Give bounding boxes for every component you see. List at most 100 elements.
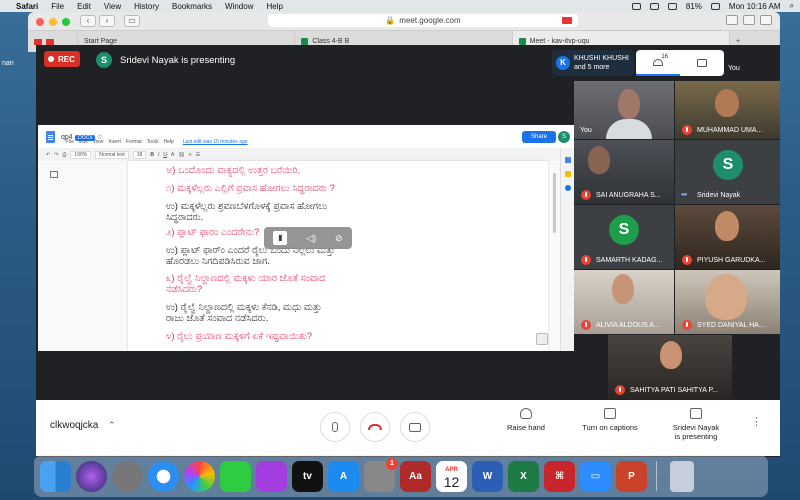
tile-participant[interactable]: PIYUSH GARUDKA...	[675, 205, 780, 269]
nav-buttons: ‹ › ▭	[80, 15, 140, 27]
menu-view[interactable]: View	[104, 2, 121, 11]
close-window-button[interactable]	[36, 18, 44, 26]
microphone-button[interactable]	[320, 412, 350, 442]
presenting-label-line1: Sridevi Nayak	[672, 423, 720, 432]
tile-participant[interactable]: S ••• Sridevi Nayak	[675, 140, 780, 204]
tasks-icon	[564, 185, 571, 191]
self-view-label: You	[728, 65, 740, 72]
battery-percent[interactable]: 81%	[686, 2, 702, 11]
battery-icon[interactable]	[710, 2, 720, 10]
apple-tv-icon[interactable]: tv	[292, 460, 323, 492]
meeting-code[interactable]: clkwoqjcka	[50, 420, 98, 431]
presenting-label-line2: is presenting	[674, 432, 718, 441]
siri-icon[interactable]	[76, 460, 107, 492]
tabs-overview-icon[interactable]	[760, 15, 772, 25]
menu-app-name[interactable]: Safari	[16, 2, 38, 11]
presenter-text: Sridevi Nayak is presenting	[120, 55, 236, 66]
tile-participant[interactable]: ALIVIA ALDOUS A...	[574, 270, 674, 334]
captions-button[interactable]: Turn on captions	[574, 408, 646, 432]
zoom-select: 100%	[70, 151, 92, 159]
muted-icon	[615, 385, 625, 395]
minimize-window-button[interactable]	[49, 18, 57, 26]
wifi-icon[interactable]	[667, 2, 677, 10]
explore-icon	[536, 333, 548, 345]
podcasts-icon[interactable]	[256, 460, 287, 492]
dock-separator	[656, 461, 657, 491]
airplay-icon[interactable]	[631, 2, 641, 10]
downloads-icon[interactable]	[726, 15, 738, 25]
undo-icon: ↶	[46, 152, 51, 158]
camera-recording-icon[interactable]	[562, 17, 572, 24]
powerpoint-icon[interactable]: P	[616, 460, 647, 492]
doc-line: ೩) ರೈಲ್ವೆ ನಿಲ್ದಾಣದಲ್ಲಿ ಮಕ್ಕಳು ಯಾರ ಜೊತೆ ಸ…	[166, 273, 326, 284]
doc-menu-insert: Insert	[108, 139, 121, 145]
pin-icon[interactable]: ▮	[273, 231, 288, 245]
spotlight-icon[interactable]: ⌕	[790, 1, 794, 11]
volume-icon[interactable]	[649, 2, 659, 10]
menu-help[interactable]: Help	[266, 2, 282, 11]
tile-participant[interactable]: SAI ANUGRAHA S...	[574, 140, 674, 204]
participant-name: Sridevi Nayak	[697, 192, 741, 199]
photos-icon[interactable]	[184, 460, 215, 492]
participant-face	[618, 89, 640, 119]
address-bar[interactable]: 🔒 meet.google.com	[268, 14, 578, 27]
presenting-button[interactable]: Sridevi Nayak is presenting	[660, 408, 732, 441]
chevron-up-icon[interactable]: ⌃	[108, 420, 116, 431]
safari-icon[interactable]	[148, 460, 179, 492]
tile-participant[interactable]: S SAMARTH KADAG...	[574, 205, 674, 269]
app-store-icon[interactable]: A	[328, 460, 359, 492]
participant-name: SAI ANUGRAHA S...	[596, 192, 661, 199]
sidebar-toggle-icon[interactable]: ▭	[124, 15, 140, 27]
menu-edit[interactable]: Edit	[77, 2, 91, 11]
doc-line: ಸಿದ್ಧರಾದರು.	[166, 212, 204, 223]
gmail-icon	[34, 38, 42, 45]
muted-icon	[682, 320, 692, 330]
desktop-file-label[interactable]: nan	[2, 60, 14, 67]
calendar-app-icon[interactable]: APR 12	[436, 460, 467, 492]
excel-icon[interactable]: X	[508, 460, 539, 492]
tile-participant[interactable]: MUHAMMAD UMA...	[675, 81, 780, 139]
menu-bookmarks[interactable]: Bookmarks	[172, 2, 212, 11]
speaker-chip[interactable]: K KHUSHI KHUSHI and 5 more	[552, 50, 634, 76]
menu-window[interactable]: Window	[225, 2, 253, 11]
raise-hand-button[interactable]: Raise hand	[490, 408, 562, 432]
system-preferences-icon[interactable]: 1	[364, 457, 398, 492]
menu-file[interactable]: File	[51, 2, 64, 11]
text-color-icon: A	[170, 152, 175, 158]
hang-up-icon	[368, 424, 382, 430]
people-button[interactable]: 16	[636, 50, 680, 76]
forward-button[interactable]: ›	[99, 15, 115, 27]
launchpad-icon[interactable]	[112, 460, 143, 492]
trash-icon[interactable]	[670, 460, 694, 492]
leave-call-button[interactable]	[360, 412, 390, 442]
camera-button[interactable]	[400, 412, 430, 442]
finder-icon[interactable]	[40, 460, 71, 492]
menu-history[interactable]: History	[134, 2, 159, 11]
facetime-icon[interactable]	[220, 460, 251, 492]
classroom-icon	[301, 38, 309, 45]
tile-you[interactable]: You	[574, 81, 674, 139]
chat-button[interactable]	[680, 50, 724, 76]
zoom-icon[interactable]: ▭	[580, 460, 611, 492]
remove-icon[interactable]: ⊘	[335, 233, 343, 244]
tab-start-label: Start Page	[84, 38, 118, 45]
back-button[interactable]: ‹	[80, 15, 96, 27]
fullscreen-window-button[interactable]	[62, 18, 70, 26]
word-icon[interactable]: W	[472, 460, 503, 492]
share-icon[interactable]	[743, 15, 755, 25]
more-options-icon[interactable]: ⋮	[751, 417, 762, 428]
doc-menu-file: File	[66, 139, 75, 145]
mute-presentation-icon[interactable]: ◁)	[306, 233, 316, 244]
align-icon: ≡	[188, 152, 192, 158]
doc-menu-view: View	[92, 139, 104, 145]
participant-face	[715, 89, 739, 117]
tile-participant[interactable]: SAHITYA PATI SAHITYA P...	[608, 335, 732, 399]
menubar-clock[interactable]: Mon 10:16 AM	[729, 2, 781, 11]
dictionary-icon[interactable]: Aa	[400, 460, 431, 492]
doc-menu-format: Format	[125, 139, 142, 145]
tile-participant[interactable]: SYED DANIYAL HA...	[675, 270, 780, 334]
doc-line: ಅ) ಒಂದೊಂದು ವಾಕ್ಯದಲ್ಲಿ ಉತ್ತರ ಬರೆಯಿರಿ.	[166, 165, 301, 176]
acrobat-icon[interactable]: ⌘	[544, 460, 575, 492]
print-icon: ⎙	[62, 152, 67, 158]
gmail-icon	[46, 38, 54, 45]
